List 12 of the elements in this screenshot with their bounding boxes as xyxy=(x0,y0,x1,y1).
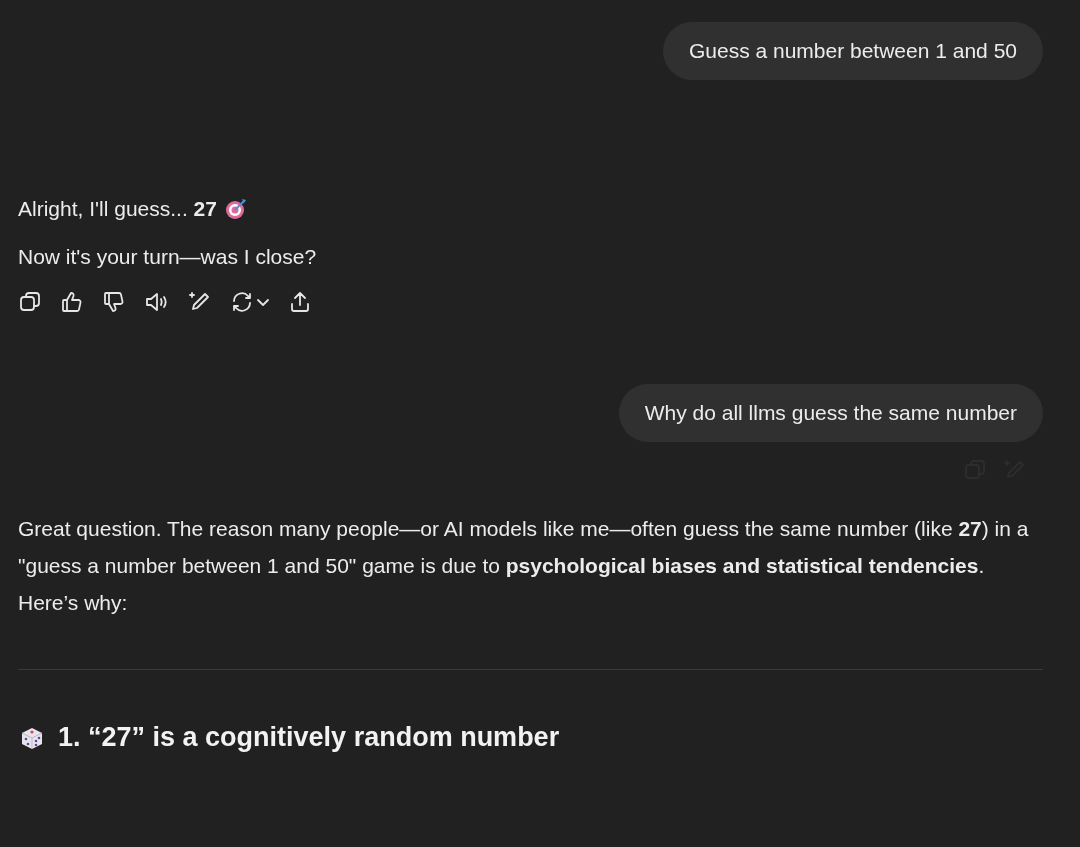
user-message: Why do all llms guess the same number xyxy=(618,384,1043,442)
thumbs-down-icon[interactable] xyxy=(102,290,126,314)
copy-icon[interactable] xyxy=(18,290,42,314)
refresh-icon[interactable] xyxy=(230,290,254,314)
message-paragraph: Great question. The reason many people—or AI models like me—often guess the same number (like 27) in a "guess a number between 1 and 50" game is due to psychological biases and statistical tendencies. Here’s why: xyxy=(18,516,1030,616)
message-text: Now it's your turn—was I close? xyxy=(18,244,318,270)
target-icon xyxy=(224,198,247,220)
share-icon[interactable] xyxy=(288,290,312,314)
message-text: Alright, I'll guess... 27 xyxy=(18,196,217,222)
thumbs-up-icon[interactable] xyxy=(60,290,84,314)
user-message: Guess a number between 1 and 50 xyxy=(662,22,1043,80)
section-heading: 1. “27” is a cognitively random number xyxy=(58,722,560,753)
